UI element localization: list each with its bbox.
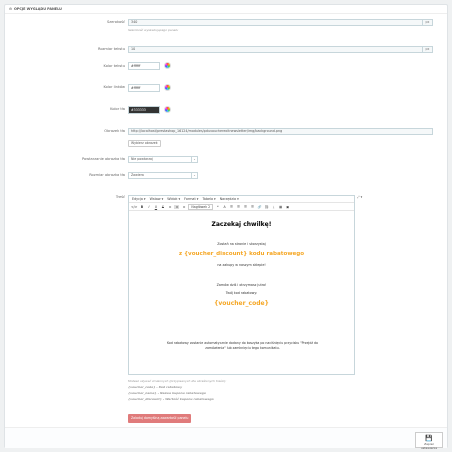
chevron-down-icon: ⌄ — [191, 173, 197, 178]
link-color-input[interactable]: #ffffff — [128, 84, 160, 92]
bullet-list-icon[interactable]: ☰ — [229, 205, 234, 209]
bg-size-label: Rozmiar obrazka tła — [89, 173, 125, 177]
outdent-icon[interactable]: ☰ — [243, 205, 248, 209]
font-size-input[interactable]: 10 — [128, 46, 423, 53]
bg-size-select[interactable]: Zawiera ⌄ — [128, 172, 198, 179]
panel-footer: 💾 Zapisz ustawienia — [5, 427, 447, 450]
vars-help-item: {voucher_name} - Nazwa kuponu rabatowego — [128, 391, 206, 395]
italic-icon[interactable]: I — [146, 205, 151, 209]
save-button[interactable]: 💾 Zapisz ustawienia — [415, 432, 443, 450]
editor-toolbar: </> B I U S ≡ ≡ ≡ Nagłówek 2 ❝ A ☰ ☰ ☰ ☰… — [129, 203, 354, 211]
vars-help-item: {voucher_discount} - Wartość kuponu raba… — [128, 397, 214, 401]
floppy-disk-icon: 💾 — [425, 435, 433, 442]
settings-panel: ⚙ OPCJE WYGLĄDU PANELU Szerokość 340 px … — [4, 4, 448, 450]
unlink-icon[interactable]: ⛓ — [264, 205, 269, 209]
editor-menubar: Edycja ▾ Wstaw ▾ Widok ▾ Format ▾ Tabela… — [129, 196, 354, 203]
image-icon[interactable]: ▣ — [285, 205, 290, 209]
cogs-icon: ⚙ — [9, 7, 13, 11]
font-size-unit: px — [423, 46, 433, 53]
vars-help-item: {voucher_code} - Kod rabatowy — [128, 385, 183, 389]
menu-insert[interactable]: Wstaw ▾ — [150, 197, 164, 201]
rich-text-editor[interactable]: Edycja ▾ Wstaw ▾ Widok ▾ Format ▾ Tabela… — [128, 195, 355, 375]
menu-edit[interactable]: Edycja ▾ — [132, 197, 146, 201]
align-left-icon[interactable]: ≡ — [167, 205, 172, 209]
bg-color-label: Kolor tła — [110, 107, 125, 111]
color-picker-icon[interactable] — [164, 62, 171, 69]
email-line-3: Zamów dziś i otrzymasz jutro! — [216, 283, 267, 287]
reset-default-content-button[interactable]: Zaladuj domyślną zawartość panelu — [128, 414, 192, 423]
text-color-input[interactable]: #ffffff — [128, 62, 160, 70]
width-help: Szerokość wyskakującego panelu — [128, 28, 179, 32]
source-code-icon[interactable]: </> — [131, 205, 137, 209]
align-center-icon[interactable]: ≡ — [174, 204, 180, 209]
numbered-list-icon[interactable]: ☰ — [236, 205, 241, 209]
text-color-label: Kolor tekstu — [103, 64, 125, 68]
text-color-icon[interactable]: A — [222, 205, 227, 209]
email-heading: Zaczekaj chwilkę! — [211, 221, 272, 228]
email-line-4: Twój kod rabatowy: — [225, 291, 258, 295]
email-footer-text: Kod rabatowy zostanie automatycznie doda… — [166, 341, 319, 350]
chevron-down-icon: ⌄ — [191, 157, 197, 162]
width-label: Szerokość — [107, 20, 125, 24]
anchor-icon[interactable]: ⤓ — [271, 205, 276, 209]
indent-icon[interactable]: ☰ — [250, 205, 255, 209]
choose-image-button[interactable]: Wybierz obrazek — [128, 140, 161, 147]
font-size-label: Rozmiar tekstu — [97, 47, 125, 51]
strikethrough-icon[interactable]: S — [160, 205, 165, 209]
save-button-label: Zapisz ustawienia — [420, 442, 438, 450]
bg-color-input[interactable]: #333333 — [128, 106, 160, 114]
panel-heading: ⚙ OPCJE WYGLĄDU PANELU — [5, 5, 447, 14]
email-line-2: na zakupy w naszym sklepie! — [217, 263, 266, 267]
menu-table[interactable]: Tabela ▾ — [202, 197, 215, 201]
color-picker-icon[interactable] — [164, 84, 171, 91]
underline-icon[interactable]: U — [153, 205, 158, 209]
content-label: Treść — [115, 195, 125, 199]
menu-format[interactable]: Format ▾ — [184, 197, 198, 201]
menu-tools[interactable]: Narzędzia ▾ — [220, 197, 239, 201]
bg-repeat-select[interactable]: Nie powtarzaj ⌄ — [128, 156, 198, 163]
color-picker-icon[interactable] — [164, 106, 171, 113]
bg-repeat-value: Nie powtarzaj — [131, 157, 153, 161]
bg-image-input[interactable]: http://localhost/prestashop_16124/module… — [128, 128, 433, 135]
bg-size-value: Zawiera — [131, 173, 144, 177]
expand-editor-icon[interactable]: ⤢ ▾ — [357, 195, 362, 199]
bg-repeat-label: Powtarzanie obrazka tła — [81, 157, 125, 161]
width-input[interactable]: 340 — [128, 19, 423, 26]
link-color-label: Kolor linków — [103, 85, 125, 89]
link-icon[interactable]: 🔗 — [257, 205, 262, 209]
align-right-icon[interactable]: ≡ — [181, 205, 186, 209]
email-line-1: Zostań na stronie i skorzystaj — [217, 242, 266, 246]
table-icon[interactable]: ▦ — [278, 205, 283, 209]
bg-image-label: Obrazek tła — [104, 129, 125, 133]
width-unit: px — [423, 19, 433, 26]
panel-title: OPCJE WYGLĄDU PANELU — [14, 7, 62, 11]
menu-view[interactable]: Widok ▾ — [167, 197, 180, 201]
bold-icon[interactable]: B — [139, 205, 144, 209]
heading-select[interactable]: Nagłówek 2 — [188, 203, 214, 210]
vars-help-intro: Możesz używać zmiennych (przypisanych dl… — [128, 379, 227, 383]
email-voucher-code: {voucher_code} — [214, 300, 269, 307]
blockquote-icon[interactable]: ❝ — [215, 205, 220, 209]
email-voucher-line: z {voucher_discount} kodu rabatowego — [178, 251, 305, 257]
editor-content[interactable]: Zaczekaj chwilkę! Zostań na stronie i sk… — [129, 211, 354, 376]
